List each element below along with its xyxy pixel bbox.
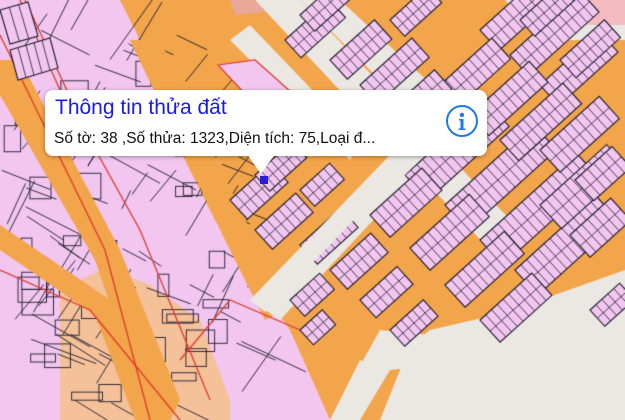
callout-pointer	[247, 154, 275, 174]
parcel-info-callout[interactable]: Thông tin thửa đất Số tờ: 38 ,Số thửa: 1…	[45, 90, 487, 156]
info-button[interactable]	[446, 105, 478, 137]
callout-title: Thông tin thửa đất	[55, 96, 227, 119]
cadastral-map[interactable]	[0, 0, 625, 420]
selected-parcel-marker	[260, 176, 268, 184]
info-icon	[458, 112, 466, 130]
callout-detail: Số tờ: 38 ,Số thửa: 1323,Diện tích: 75,L…	[54, 130, 376, 147]
